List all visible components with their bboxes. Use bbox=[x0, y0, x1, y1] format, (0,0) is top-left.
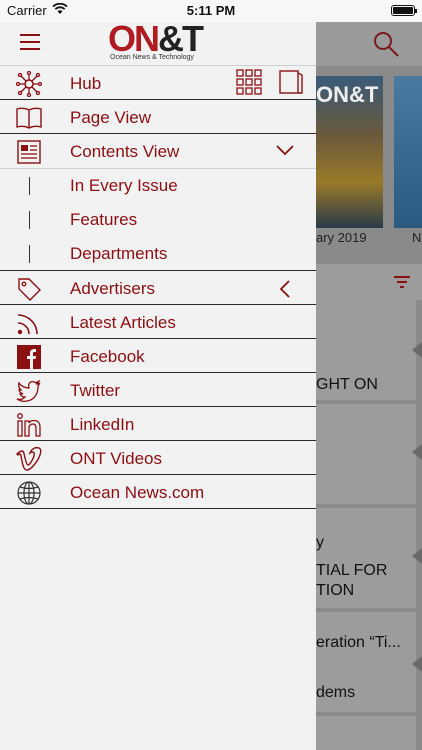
menu-item-linkedin[interactable]: LinkedIn bbox=[0, 407, 316, 441]
side-menu: ON&T Ocean News & Technology Hub Page Vi… bbox=[0, 19, 316, 750]
menu-item-latest-articles[interactable]: Latest Articles bbox=[0, 305, 316, 339]
menu-item-ont-videos[interactable]: ONT Videos bbox=[0, 441, 316, 475]
chevron-left-icon[interactable] bbox=[280, 280, 290, 298]
cover-logo: ON&T bbox=[316, 82, 379, 107]
grid-view-icon[interactable] bbox=[236, 69, 262, 95]
menu-item-hub[interactable]: Hub bbox=[0, 66, 316, 100]
contents-icon bbox=[17, 140, 41, 164]
article-card[interactable] bbox=[316, 404, 422, 504]
facebook-icon bbox=[17, 345, 41, 369]
menu-header: ON&T Ocean News & Technology bbox=[0, 19, 316, 66]
tag-icon bbox=[18, 278, 41, 301]
article-card[interactable] bbox=[316, 716, 416, 750]
article-title: dems bbox=[316, 684, 356, 701]
article-card[interactable]: y TIAL FOR TION bbox=[316, 508, 422, 608]
logo-main-text: ON bbox=[108, 18, 160, 59]
issue-date: ary 2019 bbox=[316, 230, 367, 245]
sub-item-label: In Every Issue bbox=[70, 176, 178, 195]
menu-item-twitter[interactable]: Twitter bbox=[0, 373, 316, 407]
logo-amp-text: &T bbox=[158, 18, 204, 59]
filter-icon[interactable] bbox=[392, 272, 412, 292]
article-title: TION bbox=[316, 582, 355, 599]
status-bar: Carrier 5:11 PM bbox=[0, 0, 422, 22]
menu-item-ocean-news-com[interactable]: Ocean News.com bbox=[0, 475, 316, 509]
menu-item-label: Latest Articles bbox=[70, 313, 176, 332]
twitter-icon bbox=[16, 379, 41, 403]
article-title: TIAL FOR bbox=[316, 562, 388, 579]
page-view-icon[interactable] bbox=[278, 69, 304, 95]
tree-line bbox=[29, 177, 30, 195]
vimeo-icon bbox=[16, 446, 42, 471]
sub-item-label: Departments bbox=[70, 244, 168, 263]
search-icon[interactable] bbox=[372, 30, 400, 58]
article-card[interactable]: eration “Ti... dems bbox=[316, 612, 422, 712]
linkedin-icon bbox=[17, 413, 41, 437]
globe-icon bbox=[17, 481, 41, 505]
menu-item-label: Advertisers bbox=[70, 279, 156, 298]
contents-sub-item[interactable]: In Every Issue bbox=[0, 169, 316, 203]
issue-date: N bbox=[412, 230, 422, 245]
menu-item-advertisers[interactable]: Advertisers bbox=[0, 271, 316, 305]
menu-item-facebook[interactable]: Facebook bbox=[0, 339, 316, 373]
contents-sub-item[interactable]: Features bbox=[0, 203, 316, 237]
battery-icon bbox=[391, 5, 417, 16]
open-book-icon bbox=[16, 107, 42, 129]
issue-cover-thumbnail[interactable]: ON&T bbox=[316, 76, 383, 228]
tree-line bbox=[29, 211, 30, 229]
menu-item-label: Contents View bbox=[70, 142, 180, 161]
article-title: GHT ON bbox=[316, 376, 378, 393]
chevron-down-icon[interactable] bbox=[276, 144, 294, 156]
clock: 5:11 PM bbox=[186, 3, 236, 18]
brand-logo: ON&T Ocean News & Technology bbox=[108, 19, 214, 65]
menu-item-label: Ocean News.com bbox=[70, 483, 205, 502]
article-card[interactable]: GHT ON bbox=[316, 300, 422, 400]
menu-item-label: ONT Videos bbox=[70, 449, 162, 468]
menu-item-label: Page View bbox=[70, 108, 151, 127]
menu-item-contents-view[interactable]: Contents View bbox=[0, 134, 316, 168]
menu-item-page-view[interactable]: Page View bbox=[0, 100, 316, 134]
tree-line bbox=[29, 245, 30, 263]
menu-item-label: Hub bbox=[70, 74, 102, 93]
hamburger-menu-icon[interactable] bbox=[20, 34, 40, 52]
article-title: eration “Ti... bbox=[316, 634, 401, 651]
menu-item-label: LinkedIn bbox=[70, 415, 135, 434]
menu-item-label: Facebook bbox=[70, 347, 145, 366]
issue-cover-thumbnail[interactable] bbox=[394, 76, 422, 228]
article-title: y bbox=[316, 534, 324, 551]
logo-subtitle: Ocean News & Technology bbox=[110, 54, 194, 61]
menu-item-label: Twitter bbox=[70, 381, 121, 400]
sub-item-label: Features bbox=[70, 210, 138, 229]
contents-sub-item[interactable]: Departments bbox=[0, 237, 316, 271]
rss-icon bbox=[17, 314, 38, 335]
hub-network-icon bbox=[16, 71, 42, 97]
